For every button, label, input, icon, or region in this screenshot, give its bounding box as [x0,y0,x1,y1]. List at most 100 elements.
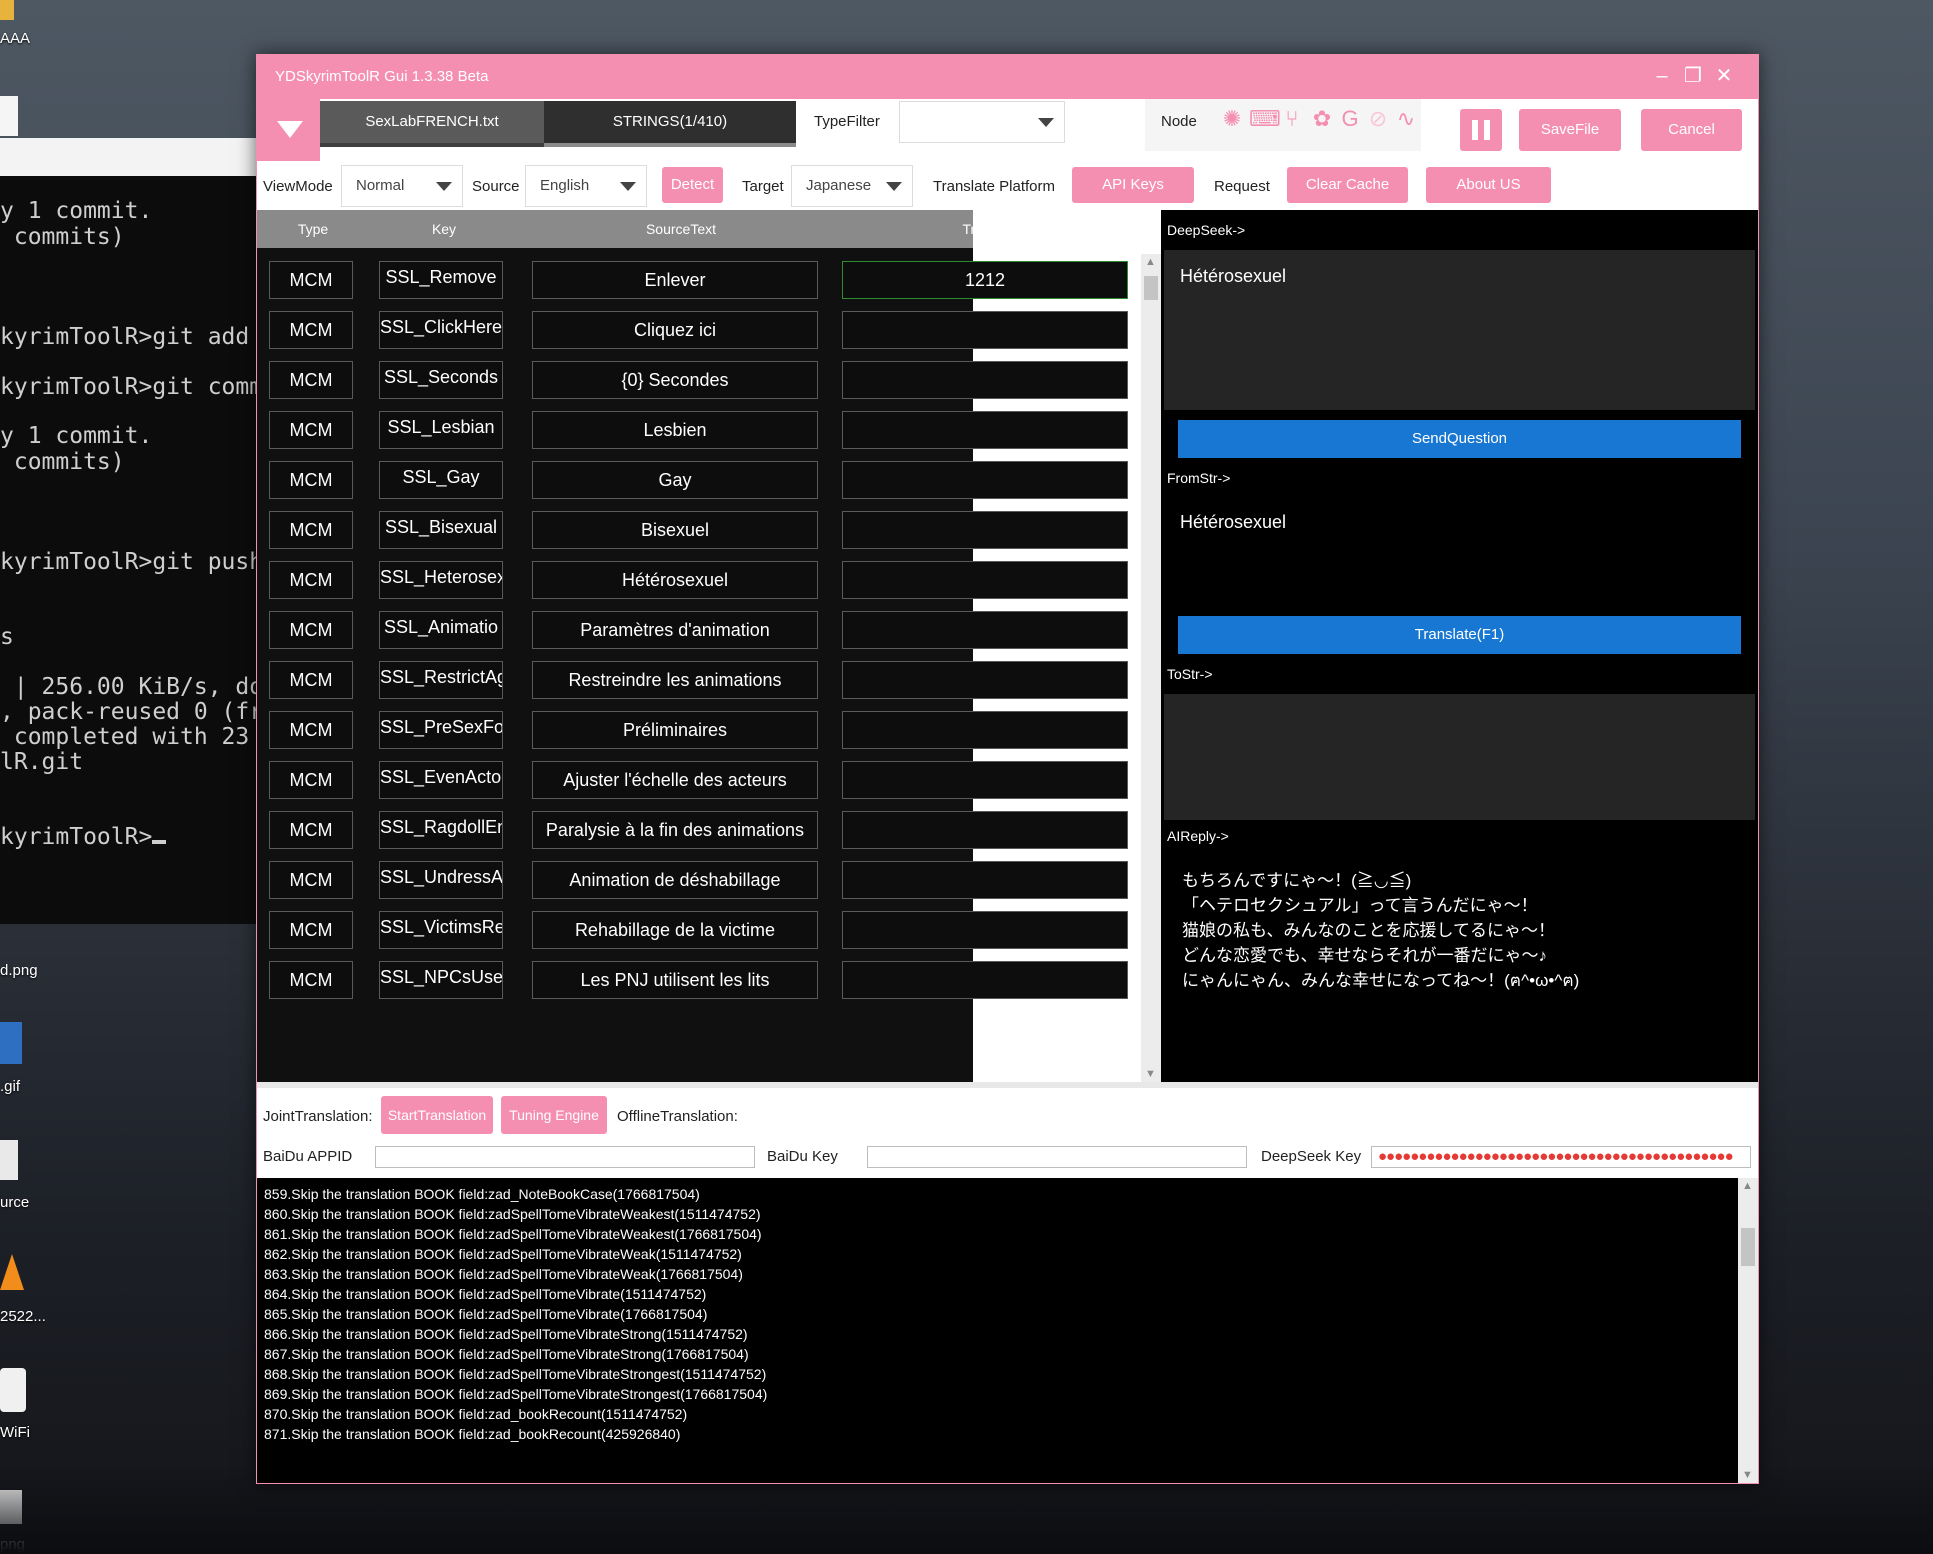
from-string-box[interactable]: Hétérosexuel [1164,494,1755,612]
baidu-key-input[interactable] [867,1146,1247,1168]
cell-trans-text[interactable] [842,361,1128,399]
table-row[interactable]: MCM SSL_Lesbian Lesbien [257,404,1128,454]
table-row[interactable]: MCM SSL_ClickHere Cliquez ici [257,304,1128,354]
cell-type[interactable]: MCM [269,461,353,499]
table-row[interactable]: MCM SSL_Gay Gay [257,454,1128,504]
cell-key[interactable]: SSL_Bisexual [379,511,503,549]
grid-header-key[interactable]: Key [369,221,519,237]
grid-header-type[interactable]: Type [257,221,369,237]
grid-header-trans[interactable]: TransText [843,221,1143,237]
table-row[interactable]: MCM SSL_VictimsRe Rehabillage de la victim… [257,904,1128,954]
cell-trans-text[interactable] [842,911,1128,949]
cell-source-text[interactable]: Enlever [532,261,818,299]
clear-cache-button[interactable]: Clear Cache [1287,167,1408,203]
grid-header-source[interactable]: SourceText [519,221,843,237]
cell-source-text[interactable]: Ajuster l'échelle des acteurs [532,761,818,799]
start-translation-button[interactable]: StartTranslation [381,1096,493,1134]
table-row[interactable]: MCM SSL_EvenActor Ajuster l'échelle des ac… [257,754,1128,804]
cell-source-text[interactable]: Animation de déshabillage [532,861,818,899]
type-filter-select[interactable] [899,101,1065,143]
cell-type[interactable]: MCM [269,911,353,949]
cell-key[interactable]: SSL_VictimsRe [379,911,503,949]
pause-button[interactable] [1460,109,1502,151]
close-icon[interactable]: ✕ [1709,61,1739,91]
scroll-up-icon[interactable]: ▲ [1742,1180,1753,1192]
source-language-select[interactable]: English [525,165,647,207]
send-question-button[interactable]: SendQuestion [1178,420,1741,458]
tab-strings[interactable]: STRINGS(1/410) [544,101,796,147]
cell-key[interactable]: SSL_UndressA [379,861,503,899]
cell-source-text[interactable]: Paralysie à la fin des animations [532,811,818,849]
restore-icon[interactable]: ❐ [1678,61,1708,91]
cell-type[interactable]: MCM [269,861,353,899]
log-output[interactable]: 859.Skip the translation BOOK field:zad_… [257,1178,1738,1483]
table-row[interactable]: MCM SSL_RagdollEn Paralysie à la fin des a… [257,804,1128,854]
cell-key[interactable]: SSL_Lesbian [379,411,503,449]
tuning-engine-button[interactable]: Tuning Engine [501,1096,607,1134]
ai-reply-box[interactable]: もちろんですにゃ〜！(≧◡≦) 「ヘテロセクシュアル」って言うんだにゃ〜！ 猫娘… [1164,854,1755,1080]
vlc-cone-icon[interactable] [0,1254,24,1290]
cell-source-text[interactable]: Hétérosexuel [532,561,818,599]
branch-icon[interactable]: ⑂ [1279,106,1305,132]
cell-source-text[interactable]: {0} Secondes [532,361,818,399]
api-keys-button[interactable]: API Keys [1072,167,1194,203]
table-row[interactable]: MCM SSL_Remove Enlever 1212 [257,254,1128,304]
cell-source-text[interactable]: Préliminaires [532,711,818,749]
cell-key[interactable]: SSL_RagdollEn [379,811,503,849]
wave-icon[interactable]: ∿ [1393,106,1419,132]
cell-trans-text[interactable] [842,511,1128,549]
code-icon[interactable]: ⌨ [1249,106,1281,132]
cell-key[interactable]: SSL_Gay [379,461,503,499]
cell-trans-text[interactable] [842,761,1128,799]
title-bar[interactable]: YDSkyrimToolR Gui 1.3.38 Beta – ❐ ✕ [257,55,1758,99]
to-string-box[interactable] [1164,694,1755,820]
cell-type[interactable]: MCM [269,561,353,599]
cell-type[interactable]: MCM [269,811,353,849]
cell-source-text[interactable]: Cliquez ici [532,311,818,349]
deepseek-key-input[interactable]: ●●●●●●●●●●●●●●●●●●●●●●●●●●●●●●●●●●●●●●●●… [1371,1146,1751,1168]
cell-key[interactable]: SSL_Animatio [379,611,503,649]
scroll-thumb[interactable] [1741,1228,1755,1266]
scroll-down-icon[interactable]: ▼ [1145,1068,1156,1080]
table-row[interactable]: MCM SSL_Heterosex Hétérosexuel [257,554,1128,604]
image-file-icon[interactable] [0,1022,22,1064]
detect-button[interactable]: Detect [662,167,723,203]
target-language-select[interactable]: Japanese [791,165,913,207]
paw-icon[interactable]: ✿ [1309,106,1335,132]
cell-source-text[interactable]: Paramètres d'animation [532,611,818,649]
minimize-icon[interactable]: – [1647,61,1677,91]
deepseek-question-input[interactable]: Hétérosexuel [1164,250,1755,410]
table-row[interactable]: MCM SSL_PreSexFor Préliminaires [257,704,1128,754]
cell-trans-text[interactable] [842,661,1128,699]
cancel-button[interactable]: Cancel [1641,109,1742,151]
file-icon[interactable] [0,96,18,136]
table-row[interactable]: MCM SSL_Animatio Paramètres d'animation [257,604,1128,654]
cell-type[interactable]: MCM [269,261,353,299]
tab-file[interactable]: SexLabFRENCH.txt [320,101,544,147]
table-row[interactable]: MCM SSL_Bisexual Bisexuel [257,504,1128,554]
cell-type[interactable]: MCM [269,511,353,549]
desktop-icon-label[interactable]: 2522... [0,1308,46,1325]
cell-trans-text[interactable] [842,711,1128,749]
cell-key[interactable]: SSL_Remove [379,261,503,299]
terminal-window[interactable]: y 1 commit. commits) kyrimToolR>git add … [0,176,258,924]
view-mode-select[interactable]: Normal [341,165,463,207]
cell-type[interactable]: MCM [269,661,353,699]
desktop-icon-label[interactable]: WiFi [0,1424,30,1441]
cell-type[interactable]: MCM [269,311,353,349]
folder-icon[interactable] [0,0,14,20]
scroll-up-icon[interactable]: ▲ [1145,256,1156,268]
scroll-down-icon[interactable]: ▼ [1742,1469,1753,1481]
desktop-icon-label[interactable]: urce [0,1194,29,1211]
cell-key[interactable]: SSL_RestrictAg [379,661,503,699]
about-us-button[interactable]: About US [1426,167,1551,203]
translate-f1-button[interactable]: Translate(F1) [1178,616,1741,654]
desktop-icon-label[interactable]: AAA [0,30,30,47]
cell-source-text[interactable]: Rehabillage de la victime [532,911,818,949]
cell-source-text[interactable]: Bisexuel [532,511,818,549]
grid-scrollbar[interactable]: ▲ ▼ [1141,254,1161,1082]
log-scrollbar[interactable]: ▲ ▼ [1738,1178,1758,1483]
cell-trans-text[interactable] [842,411,1128,449]
cell-trans-text[interactable] [842,961,1128,999]
table-row[interactable]: MCM SSL_RestrictAg Restreindre les animati… [257,654,1128,704]
